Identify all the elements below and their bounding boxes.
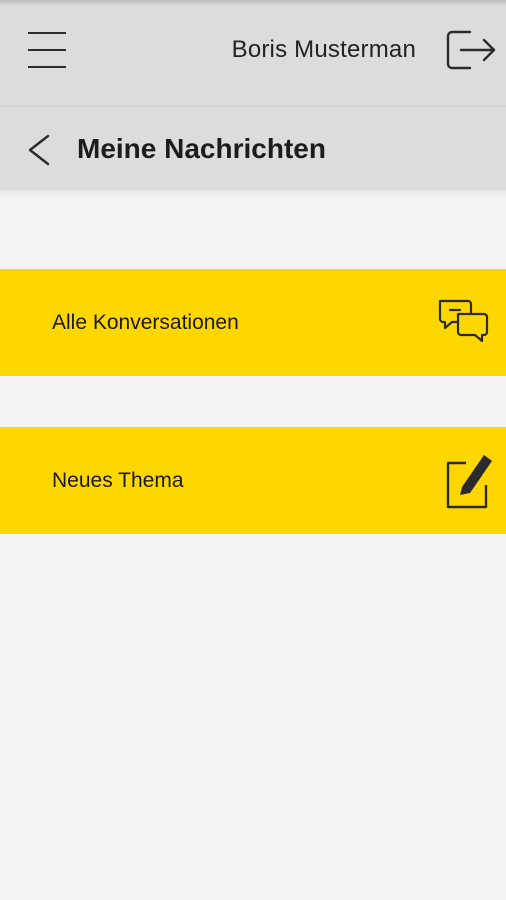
chat-bubbles-icon [436,297,492,352]
hamburger-menu-icon-bottom [28,66,66,68]
all-conversations-label: Alle Konversationen [52,311,239,334]
app-header: Boris Musterman Meine Nachrichten [0,0,506,190]
header-shadow [0,190,506,198]
user-name: Boris Musterman [231,36,416,63]
edit-note-icon [436,451,492,516]
all-conversations-button[interactable]: Alle Konversationen [0,269,506,376]
hamburger-menu-icon-middle [28,49,66,51]
status-bar-shadow [0,0,506,6]
new-topic-button[interactable]: Neues Thema [0,427,506,534]
hamburger-menu-icon [28,32,66,34]
app-screen: Boris Musterman Meine Nachrichten Alle K… [0,0,506,900]
back-chevron-icon [28,134,50,166]
page-title: Meine Nachrichten [77,133,326,164]
logout-button[interactable] [440,24,498,76]
back-button[interactable] [22,128,58,172]
logout-icon [446,30,496,70]
new-topic-label: Neues Thema [52,469,184,492]
hamburger-menu-button[interactable] [22,28,72,72]
header-divider [0,106,506,107]
